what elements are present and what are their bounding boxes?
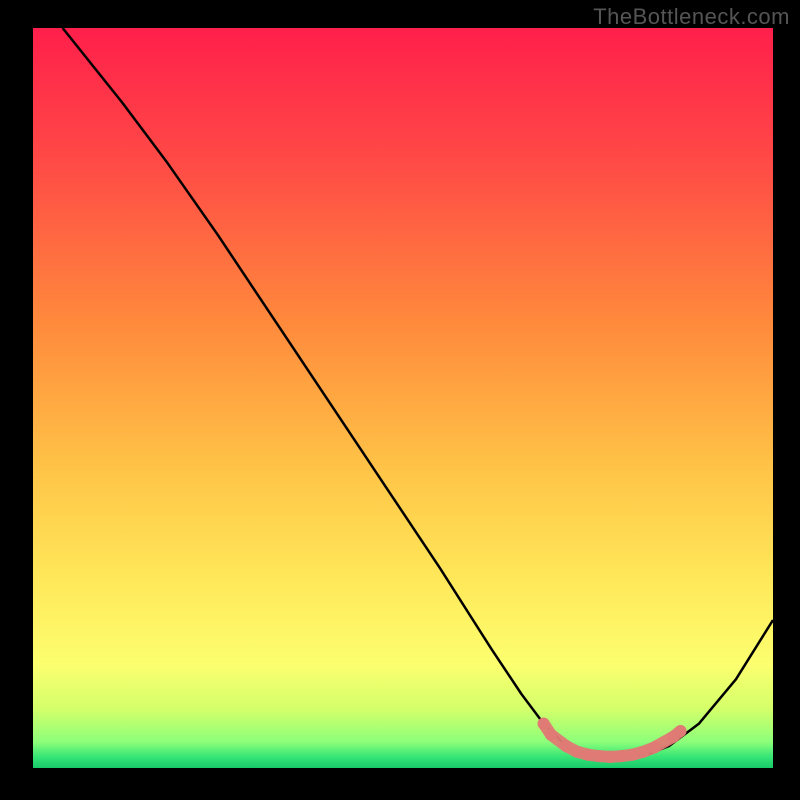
gradient-background: [33, 28, 773, 768]
valley-marker-dot: [675, 725, 687, 737]
chart-svg: [33, 28, 773, 768]
valley-marker-dot: [560, 740, 572, 752]
valley-marker-dot: [593, 750, 605, 762]
chart-frame: TheBottleneck.com: [0, 0, 800, 800]
valley-marker-dot: [604, 751, 616, 763]
valley-marker-dot: [538, 718, 550, 730]
valley-marker-dot: [582, 749, 594, 761]
valley-marker-dot: [545, 729, 557, 741]
valley-marker-dot: [626, 749, 638, 761]
valley-marker-dot: [571, 746, 583, 758]
valley-marker-dot: [649, 741, 661, 753]
watermark-text: TheBottleneck.com: [593, 4, 790, 30]
valley-marker-dot: [615, 750, 627, 762]
chart-plot-area: [33, 28, 773, 768]
valley-marker-dot: [638, 746, 650, 758]
